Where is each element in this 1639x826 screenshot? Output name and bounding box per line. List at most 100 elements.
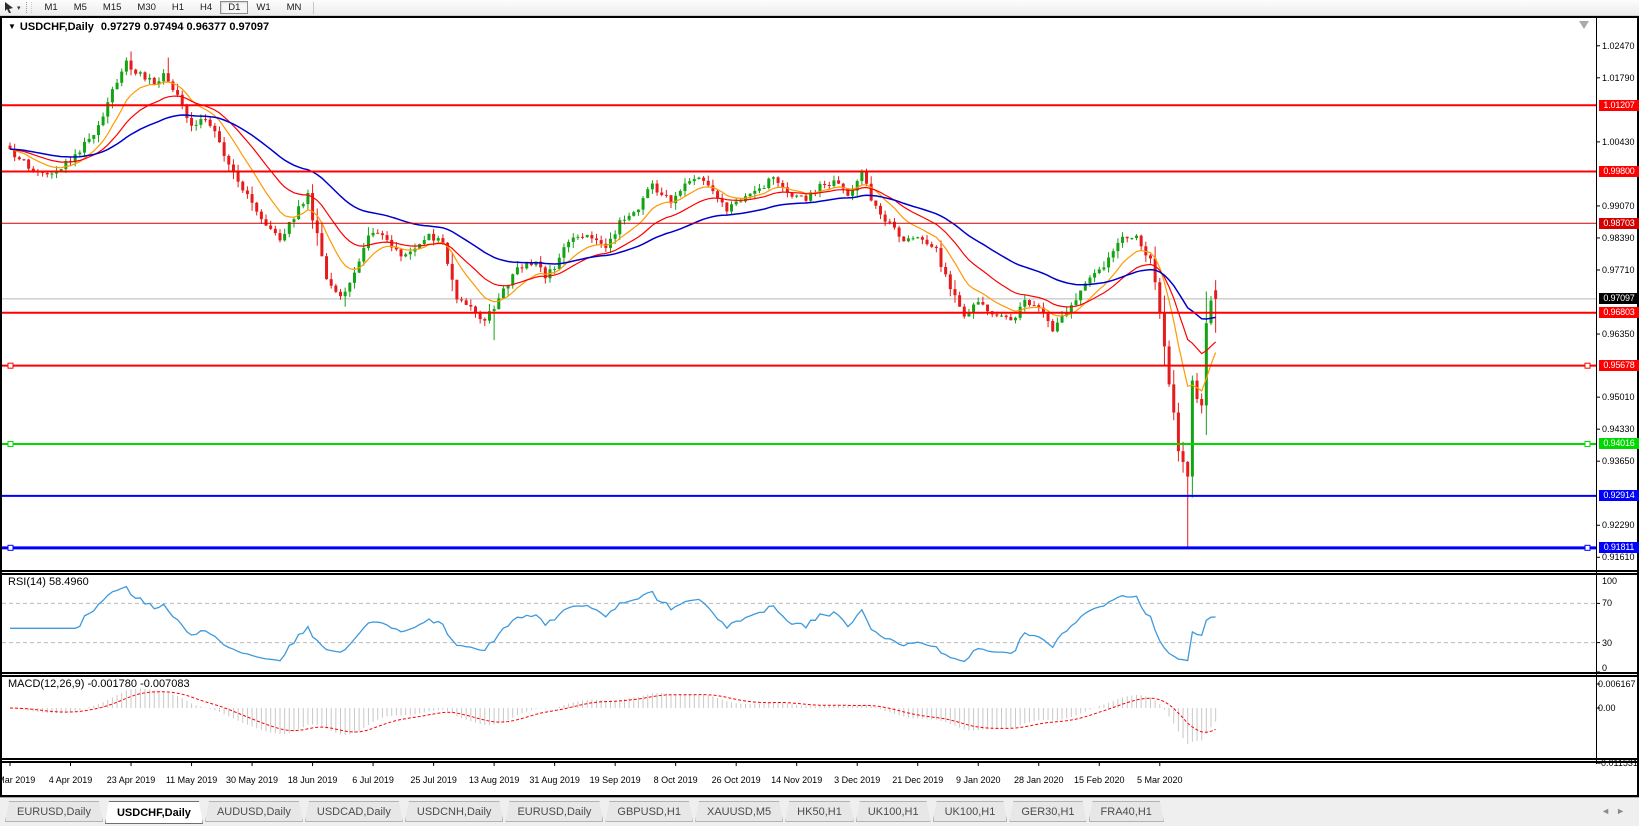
current-price-badge: 0.97097 xyxy=(1599,293,1639,304)
price-level-badge-0.91811: 0.91811 xyxy=(1599,542,1639,553)
tab-eurusd-daily[interactable]: EURUSD,Daily xyxy=(505,801,603,822)
price-tick: 0.94330 xyxy=(1602,424,1635,434)
moving-average-line-1 xyxy=(10,82,1216,391)
price-tick: 1.01790 xyxy=(1602,73,1635,83)
tab-fra40-h1[interactable]: FRA40,H1 xyxy=(1089,801,1164,822)
date-label: 13 Aug 2019 xyxy=(462,775,526,785)
tab-xauusd-m5[interactable]: XAUUSD,M5 xyxy=(695,801,783,822)
price-tick: 0.97710 xyxy=(1602,265,1635,275)
price-tick: 0.96350 xyxy=(1602,329,1635,339)
tab-usdchf-daily[interactable]: USDCHF,Daily xyxy=(105,801,203,824)
price-tick: 1.02470 xyxy=(1602,41,1635,51)
macd-tick: 0.006167 xyxy=(1598,679,1636,689)
price-tick: 0.91610 xyxy=(1602,552,1635,562)
tab-uk100-h1[interactable]: UK100,H1 xyxy=(856,801,931,822)
price-level-badge-0.95678: 0.95678 xyxy=(1599,360,1639,371)
date-label: 8 Oct 2019 xyxy=(644,775,708,785)
rsi-indicator-label: RSI(14) 58.4960 xyxy=(8,576,89,588)
price-level-badge-1.01207: 1.01207 xyxy=(1599,100,1639,111)
hline-handle[interactable] xyxy=(8,545,13,550)
macd-histogram xyxy=(10,689,1216,744)
date-label: 21 Dec 2019 xyxy=(886,775,950,785)
date-label: 31 Aug 2019 xyxy=(523,775,587,785)
timeframe-button-M5[interactable]: M5 xyxy=(66,1,95,14)
toolbar-grip[interactable] xyxy=(26,2,32,13)
date-label: 25 Jul 2019 xyxy=(402,775,466,785)
toolbar: ▾ M1M5M15M30H1H4D1W1MN xyxy=(0,0,1639,16)
rsi-tick: 30 xyxy=(1602,638,1612,648)
macd-tick: 0.00 xyxy=(1598,703,1616,713)
toolbar-separator xyxy=(313,2,314,14)
moving-average-line-2 xyxy=(10,96,1216,354)
chart-canvas[interactable] xyxy=(2,18,1637,795)
date-label: 23 Apr 2019 xyxy=(99,775,163,785)
price-level-badge-0.92914: 0.92914 xyxy=(1599,490,1639,501)
tab-gbpusd-h1[interactable]: GBPUSD,H1 xyxy=(605,801,693,822)
tab-scroll-left-icon[interactable]: ◄ xyxy=(1601,806,1616,816)
price-tick: 0.95010 xyxy=(1602,392,1635,402)
tab-ger30-h1[interactable]: GER30,H1 xyxy=(1009,801,1086,822)
macd-indicator-label: MACD(12,26,9) -0.001780 -0.007083 xyxy=(8,678,190,690)
chart-symbol-label: USDCHF,Daily xyxy=(20,21,94,33)
date-label: 19 Sep 2019 xyxy=(583,775,647,785)
date-label: 16 Mar 2019 xyxy=(0,775,42,785)
timeframe-button-D1[interactable]: D1 xyxy=(220,1,248,14)
price-tick: 0.93650 xyxy=(1602,456,1635,466)
timeframe-button-H1[interactable]: H1 xyxy=(164,1,192,14)
tab-scroll-right-icon[interactable]: ► xyxy=(1616,806,1631,816)
price-level-badge-0.96803: 0.96803 xyxy=(1599,307,1639,318)
hline-handle[interactable] xyxy=(1585,441,1590,446)
rsi-tick: 70 xyxy=(1602,598,1612,608)
macd-tick: -0.011531 xyxy=(1598,758,1638,768)
price-tick: 0.98390 xyxy=(1602,233,1635,243)
price-level-badge-0.98703: 0.98703 xyxy=(1599,218,1639,229)
cursor-arrow-icon xyxy=(3,1,16,14)
rsi-line xyxy=(10,587,1216,662)
cursor-tool-icon[interactable] xyxy=(3,1,16,14)
tab-usdcnh-daily[interactable]: USDCNH,Daily xyxy=(405,801,504,822)
date-label: 15 Feb 2020 xyxy=(1067,775,1131,785)
price-level-badge-0.99800: 0.99800 xyxy=(1599,166,1639,177)
chart-shift-marker-icon xyxy=(1579,21,1589,29)
rsi-tick: 0 xyxy=(1602,663,1607,673)
hline-handle[interactable] xyxy=(1585,545,1590,550)
timeframe-button-M15[interactable]: M15 xyxy=(95,1,129,14)
chart-title: ▼ USDCHF,Daily 0.97279 0.97494 0.96377 0.9… xyxy=(8,21,269,33)
timeframe-button-MN[interactable]: MN xyxy=(279,1,310,14)
timeframe-button-M1[interactable]: M1 xyxy=(37,1,66,14)
macd-signal-line xyxy=(10,692,1216,733)
rsi-tick: 100 xyxy=(1602,576,1617,586)
candles-group xyxy=(9,51,1218,547)
tab-eurusd-daily[interactable]: EURUSD,Daily xyxy=(5,801,103,822)
date-label: 14 Nov 2019 xyxy=(765,775,829,785)
toolbar-dropdown-icon[interactable]: ▾ xyxy=(17,4,21,12)
tab-hk50-h1[interactable]: HK50,H1 xyxy=(785,801,854,822)
chart-ohlc-values: 0.97279 0.97494 0.96377 0.97097 xyxy=(101,21,269,33)
date-label: 18 Jun 2019 xyxy=(281,775,345,785)
date-label: 5 Mar 2020 xyxy=(1128,775,1192,785)
hline-handle[interactable] xyxy=(8,441,13,446)
date-label: 28 Jan 2020 xyxy=(1007,775,1071,785)
date-label: 26 Oct 2019 xyxy=(704,775,768,785)
tab-usdcad-daily[interactable]: USDCAD,Daily xyxy=(305,801,403,822)
chart-tab-bar: EURUSD,DailyUSDCHF,DailyAUDUSD,DailyUSDC… xyxy=(0,797,1639,826)
date-label: 6 Jul 2019 xyxy=(341,775,405,785)
date-label: 4 Apr 2019 xyxy=(39,775,103,785)
hline-handle[interactable] xyxy=(8,363,13,368)
tab-audusd-daily[interactable]: AUDUSD,Daily xyxy=(205,801,303,822)
date-label: 30 May 2019 xyxy=(220,775,284,785)
price-tick: 0.99070 xyxy=(1602,201,1635,211)
price-tick: 0.92290 xyxy=(1602,520,1635,530)
date-label: 11 May 2019 xyxy=(160,775,224,785)
price-level-badge-0.94016: 0.94016 xyxy=(1599,438,1639,449)
hline-handle[interactable] xyxy=(1585,363,1590,368)
timeframe-button-M30[interactable]: M30 xyxy=(129,1,163,14)
timeframe-button-W1[interactable]: W1 xyxy=(248,1,278,14)
symbol-collapse-icon[interactable]: ▼ xyxy=(8,22,16,31)
price-tick: 1.00430 xyxy=(1602,137,1635,147)
date-label: 9 Jan 2020 xyxy=(946,775,1010,785)
timeframe-button-H4[interactable]: H4 xyxy=(192,1,220,14)
tab-uk100-h1[interactable]: UK100,H1 xyxy=(933,801,1008,822)
date-label: 3 Dec 2019 xyxy=(825,775,889,785)
chart-window: ▼ USDCHF,Daily 0.97279 0.97494 0.96377 0.9… xyxy=(0,16,1639,797)
